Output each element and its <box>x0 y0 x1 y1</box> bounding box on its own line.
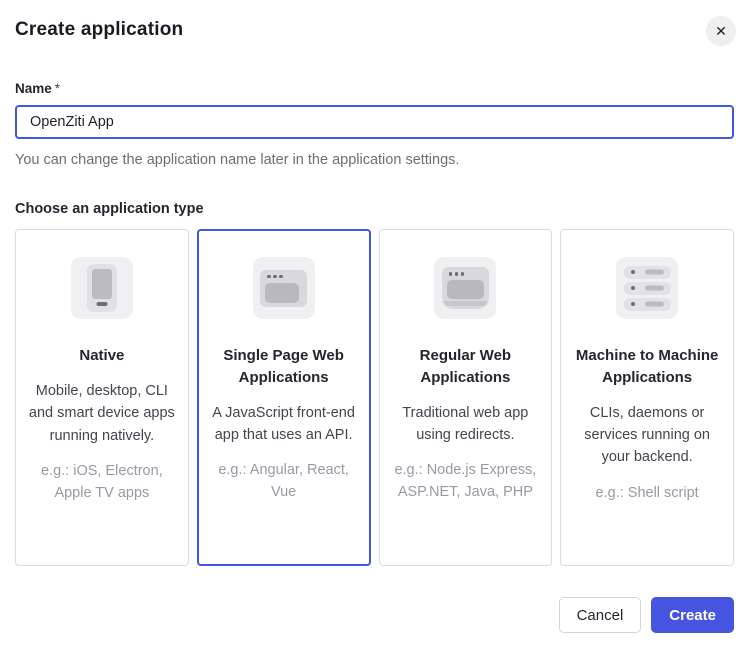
card-description: Traditional web app using redirects. <box>391 402 541 447</box>
application-type-card-native[interactable]: Native Mobile, desktop, CLI and smart de… <box>15 229 189 566</box>
application-type-card-regular-web[interactable]: Regular Web Applications Traditional web… <box>379 229 553 566</box>
mobile-phone-icon <box>71 257 133 319</box>
dialog-title: Create application <box>15 19 734 41</box>
create-application-dialog: Create application ✕ Name* You can chang… <box>0 0 749 670</box>
required-asterisk: * <box>55 81 60 96</box>
dialog-footer: Cancel Create <box>15 597 734 633</box>
card-title: Machine to Machine Applications <box>572 345 722 389</box>
card-title: Native <box>27 345 177 367</box>
create-button[interactable]: Create <box>651 597 734 633</box>
card-description: Mobile, desktop, CLI and smart device ap… <box>27 380 177 447</box>
card-example: e.g.: Angular, React, Vue <box>209 460 359 504</box>
browser-window-server-icon <box>434 257 496 319</box>
dialog-header: Create application ✕ <box>15 0 734 41</box>
card-title: Regular Web Applications <box>391 345 541 389</box>
application-type-card-spa[interactable]: Single Page Web Applications A JavaScrip… <box>197 229 371 566</box>
cancel-button[interactable]: Cancel <box>559 597 642 633</box>
application-type-label: Choose an application type <box>15 201 734 217</box>
card-title: Single Page Web Applications <box>209 345 359 389</box>
card-example: e.g.: Shell script <box>572 483 722 505</box>
card-example: e.g.: iOS, Electron, Apple TV apps <box>27 461 177 505</box>
close-button[interactable]: ✕ <box>706 16 736 46</box>
application-type-cards: Native Mobile, desktop, CLI and smart de… <box>15 229 734 566</box>
card-description: CLIs, daemons or services running on you… <box>572 402 722 469</box>
application-name-input[interactable] <box>15 105 734 139</box>
card-description: A JavaScript front-end app that uses an … <box>209 402 359 447</box>
name-helper-text: You can change the application name late… <box>15 152 734 168</box>
close-icon: ✕ <box>715 24 727 38</box>
browser-window-icon <box>253 257 315 319</box>
name-label: Name <box>15 81 52 96</box>
card-example: e.g.: Node.js Express, ASP.NET, Java, PH… <box>391 460 541 504</box>
name-label-row: Name* <box>15 81 734 96</box>
server-stack-icon <box>616 257 678 319</box>
application-type-card-machine-to-machine[interactable]: Machine to Machine Applications CLIs, da… <box>560 229 734 566</box>
